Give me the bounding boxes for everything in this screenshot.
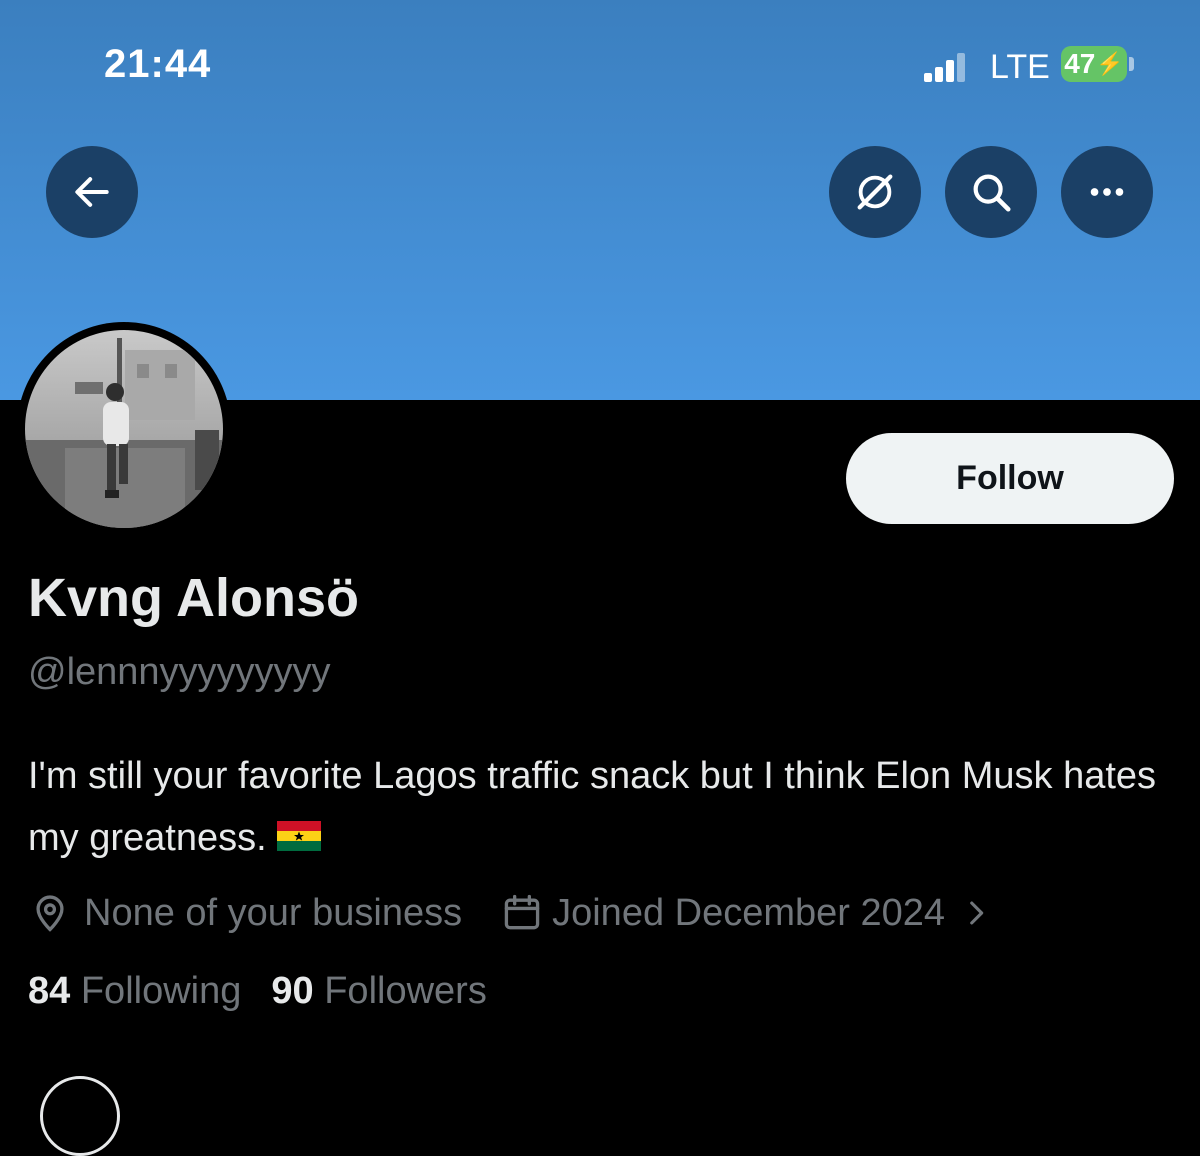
following-label: Following (80, 970, 242, 1012)
follow-button[interactable]: Follow (846, 433, 1174, 524)
grok-icon (857, 174, 893, 210)
signal-icon (924, 52, 968, 82)
bio-text: I'm still your favorite Lagos traffic sn… (28, 755, 1157, 859)
location-pin-icon (36, 895, 64, 932)
more-button[interactable] (1061, 146, 1153, 238)
back-button[interactable] (46, 146, 138, 238)
partial-circle (40, 1076, 120, 1156)
avatar-photo (25, 330, 223, 528)
followers-count: 90 (271, 970, 314, 1012)
search-button[interactable] (945, 146, 1037, 238)
avatar[interactable] (17, 322, 231, 536)
joined-link[interactable]: Joined December 2024 (552, 892, 945, 935)
calendar-icon (504, 894, 540, 930)
battery-level: 47 (1064, 48, 1096, 79)
battery-nub (1129, 57, 1134, 71)
search-icon (973, 174, 1011, 212)
chevron-right-icon[interactable] (959, 896, 993, 930)
back-arrow-icon (75, 177, 109, 207)
profile-stats: 84 Following 90 Followers (28, 970, 487, 1013)
battery-icon: 47 ⚡ (1061, 46, 1127, 82)
profile-bio: I'm still your favorite Lagos traffic sn… (28, 745, 1178, 869)
followers-label: Followers (324, 970, 487, 1012)
followers-link[interactable]: 90 Followers (271, 970, 486, 1013)
location-text: None of your business (84, 891, 463, 934)
network-type: LTE (990, 48, 1050, 86)
ghana-flag-icon (276, 820, 321, 851)
profile-handle: @lennnyyyyyyyyy (28, 651, 331, 693)
grok-button[interactable] (829, 146, 921, 238)
following-count: 84 (28, 970, 71, 1012)
following-link[interactable]: 84 Following (28, 970, 241, 1013)
status-time: 21:44 (104, 42, 212, 86)
profile-meta: None of your business Joined December 20… (28, 886, 993, 940)
more-icon (1090, 188, 1124, 196)
profile-name: Kvng Alonsö (28, 568, 359, 628)
